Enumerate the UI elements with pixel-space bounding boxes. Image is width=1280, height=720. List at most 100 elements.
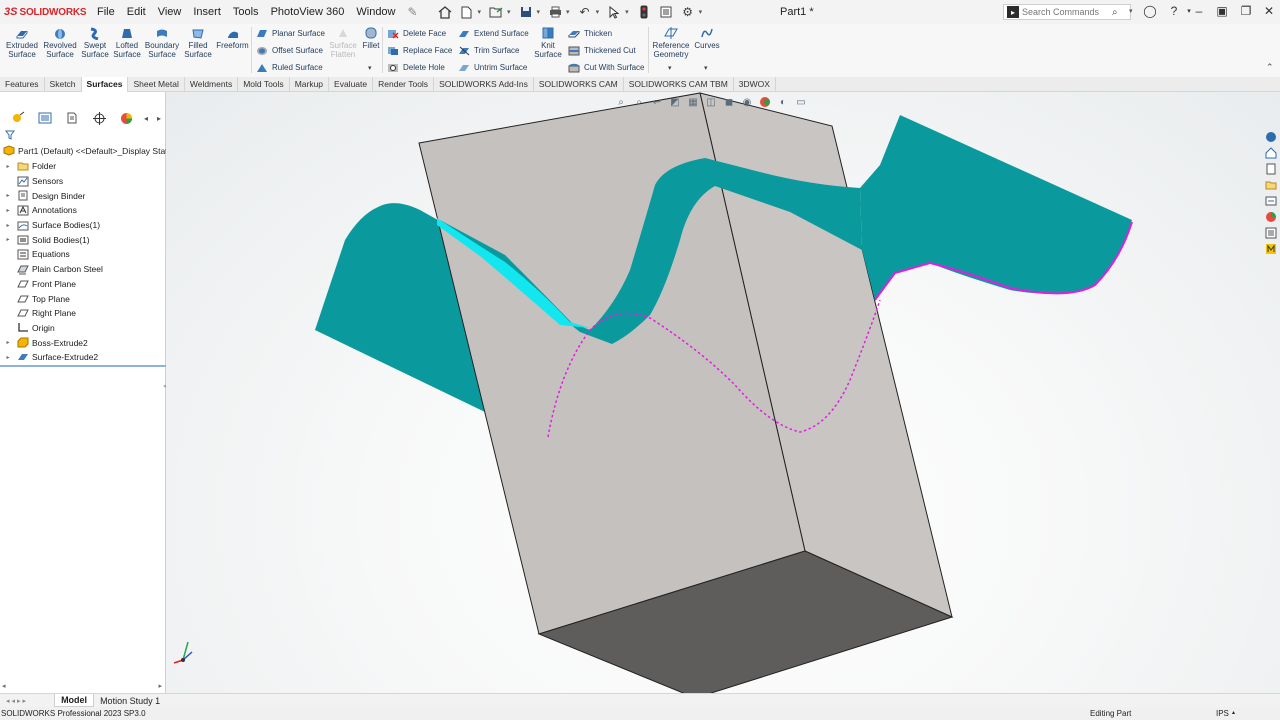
open-dropdown-icon[interactable]: ▾ (507, 8, 511, 16)
offset-surface-button[interactable]: Offset Surface (256, 45, 323, 56)
view-palette-icon[interactable] (1264, 194, 1278, 208)
tab-model[interactable]: Model (54, 694, 95, 707)
options-dropdown-icon[interactable]: ▾ (699, 8, 703, 16)
file-explorer-icon[interactable] (1264, 178, 1278, 192)
tree-item-solid-bodies[interactable]: ▸ Solid Bodies(1) (0, 232, 166, 247)
dimxpert-manager-tab-icon[interactable] (87, 110, 111, 126)
tab-weldments[interactable]: Weldments (185, 77, 239, 92)
search-dropdown-icon[interactable]: ▾ (1129, 7, 1133, 15)
tab-3dwox[interactable]: 3DWOX (734, 77, 776, 92)
lofted-surface-button[interactable]: Lofted Surface (112, 26, 142, 59)
tree-item-front-plane[interactable]: Front Plane (0, 277, 166, 292)
tab-render-tools[interactable]: Render Tools (373, 77, 435, 92)
expand-arrow-icon[interactable]: ▸ (3, 222, 13, 229)
search-commands-box[interactable]: ▸ ⌕ (1003, 4, 1131, 20)
menu-window[interactable]: Window (350, 6, 401, 18)
bottom-scroll-arrows[interactable]: ◂◂▸▸ (0, 697, 34, 705)
tree-item-design-binder[interactable]: ▸ Design Binder (0, 188, 166, 203)
appearances-icon[interactable] (1264, 210, 1278, 224)
surface-flatten-button[interactable]: Surface Flatten (328, 26, 358, 59)
tab-sheet-metal[interactable]: Sheet Metal (128, 77, 185, 92)
motion-pane-icon[interactable] (1264, 242, 1278, 256)
select-cursor-icon[interactable] (605, 4, 623, 20)
thicken-button[interactable]: Thicken (568, 28, 612, 39)
menu-edit[interactable]: Edit (121, 6, 152, 18)
menu-photoview[interactable]: PhotoView 360 (265, 6, 351, 18)
planar-surface-button[interactable]: Planar Surface (256, 28, 325, 39)
account-icon[interactable]: ◯ (1141, 4, 1159, 18)
solidworks-resources-icon[interactable] (1264, 130, 1278, 144)
search-type-icon[interactable]: ▸ (1007, 6, 1019, 18)
viewport-close-icon[interactable]: ✕ (1264, 92, 1280, 94)
scroll-right-icon[interactable]: ▸ (158, 682, 162, 691)
tab-solidworks-cam-tbm[interactable]: SOLIDWORKS CAM TBM (624, 77, 734, 92)
custom-properties-icon[interactable] (1264, 226, 1278, 240)
tab-markup[interactable]: Markup (290, 77, 330, 92)
print-dropdown-icon[interactable]: ▾ (566, 8, 570, 16)
section-view-icon[interactable]: ◩ (667, 95, 683, 109)
delete-face-button[interactable]: Delete Face (387, 28, 446, 39)
open-folder-icon[interactable] (487, 4, 505, 20)
new-document-icon[interactable] (458, 4, 476, 20)
display-style-icon[interactable]: ◼ (721, 95, 737, 109)
untrim-surface-button[interactable]: Untrim Surface (458, 62, 527, 73)
trim-surface-button[interactable]: Trim Surface (458, 45, 520, 56)
viewport-minimize-icon[interactable]: – (1228, 92, 1246, 94)
tab-solidworks-add-ins[interactable]: SOLIDWORKS Add-Ins (434, 77, 534, 92)
minimize-icon[interactable]: – (1190, 4, 1208, 18)
previous-view-icon[interactable]: ↩ (649, 95, 665, 109)
knit-surface-button[interactable]: Knit Surface (533, 26, 563, 59)
solidworks-logo[interactable]: 3S SOLIDWORKS (0, 6, 87, 18)
menu-tools[interactable]: Tools (227, 6, 265, 18)
reference-geometry-dropdown-icon[interactable]: ▾ (668, 64, 672, 72)
tab-evaluate[interactable]: Evaluate (329, 77, 374, 92)
search-input[interactable] (1022, 7, 1112, 17)
display-manager-tab-icon[interactable] (114, 110, 138, 126)
reference-geometry-button[interactable]: Reference Geometry (653, 26, 689, 59)
thickened-cut-button[interactable]: Thickened Cut (568, 45, 636, 56)
undo-icon[interactable]: ↶ (576, 4, 594, 20)
home-icon[interactable] (436, 4, 454, 20)
graphics-viewport[interactable]: ⌕ ⌕ ↩ ◩ ▦ ◫ ◼ ◉ ◐ ▭ ▫ ▫ – ▫ ✕ (166, 92, 1280, 693)
print-icon[interactable] (546, 4, 564, 20)
zoom-to-fit-icon[interactable]: ⌕ (613, 95, 629, 109)
configuration-manager-tab-icon[interactable] (60, 110, 84, 126)
pin-icon[interactable]: ✎ (404, 4, 422, 20)
expand-arrow-icon[interactable]: ▸ (3, 163, 13, 170)
tree-item-material[interactable]: Plain Carbon Steel (0, 262, 166, 277)
boundary-surface-button[interactable]: Boundary Surface (145, 26, 179, 59)
expand-arrow-icon[interactable]: ▸ (3, 339, 13, 346)
revolved-surface-button[interactable]: Revolved Surface (42, 26, 78, 59)
delete-hole-button[interactable]: Delete Hole (387, 62, 445, 73)
filter-icon[interactable] (5, 130, 15, 142)
tree-item-boss-extrude2[interactable]: ▸ Boss-Extrude2 (0, 335, 166, 350)
feature-tree-scrollbar[interactable]: ◂ ▸ (2, 682, 162, 691)
undo-dropdown-icon[interactable]: ▾ (596, 8, 600, 16)
scroll-left-icon[interactable]: ◂ (2, 682, 6, 691)
traffic-light-icon[interactable] (635, 4, 653, 20)
tab-sketch[interactable]: Sketch (45, 77, 82, 92)
tab-surfaces[interactable]: Surfaces (81, 77, 129, 92)
status-units[interactable]: IPS (1216, 709, 1229, 718)
new-dropdown-icon[interactable]: ▾ (478, 8, 482, 16)
menu-insert[interactable]: Insert (187, 6, 227, 18)
tab-mold-tools[interactable]: Mold Tools (238, 77, 290, 92)
expand-arrow-icon[interactable]: ▸ (3, 207, 13, 214)
viewport-maximize-icon[interactable]: ▫ (1246, 92, 1264, 94)
extruded-surface-button[interactable]: Extruded Surface (5, 26, 39, 59)
viewport-tile-icon[interactable]: ▫ (1210, 92, 1228, 94)
tree-item-annotations[interactable]: ▸ Annotations (0, 203, 166, 218)
tab-solidworks-cam[interactable]: SOLIDWORKS CAM (534, 77, 624, 92)
file-properties-icon[interactable] (657, 4, 675, 20)
curves-button[interactable]: Curves (694, 26, 720, 50)
tree-item-folder[interactable]: ▸ Folder (0, 159, 166, 174)
tree-item-surface-extrude2[interactable]: ▸ Surface-Extrude2 (0, 350, 166, 365)
expand-arrow-icon[interactable]: ▸ (3, 354, 13, 361)
zoom-to-area-icon[interactable]: ⌕ (631, 95, 647, 109)
tree-item-surface-bodies[interactable]: ▸ Surface Bodies(1) (0, 218, 166, 233)
dynamic-annotation-icon[interactable]: ▦ (685, 95, 701, 109)
close-icon[interactable]: ✕ (1260, 4, 1278, 18)
design-library-icon[interactable] (1264, 162, 1278, 176)
save-icon[interactable] (517, 4, 535, 20)
tab-motion-study-1[interactable]: Motion Study 1 (94, 694, 166, 707)
